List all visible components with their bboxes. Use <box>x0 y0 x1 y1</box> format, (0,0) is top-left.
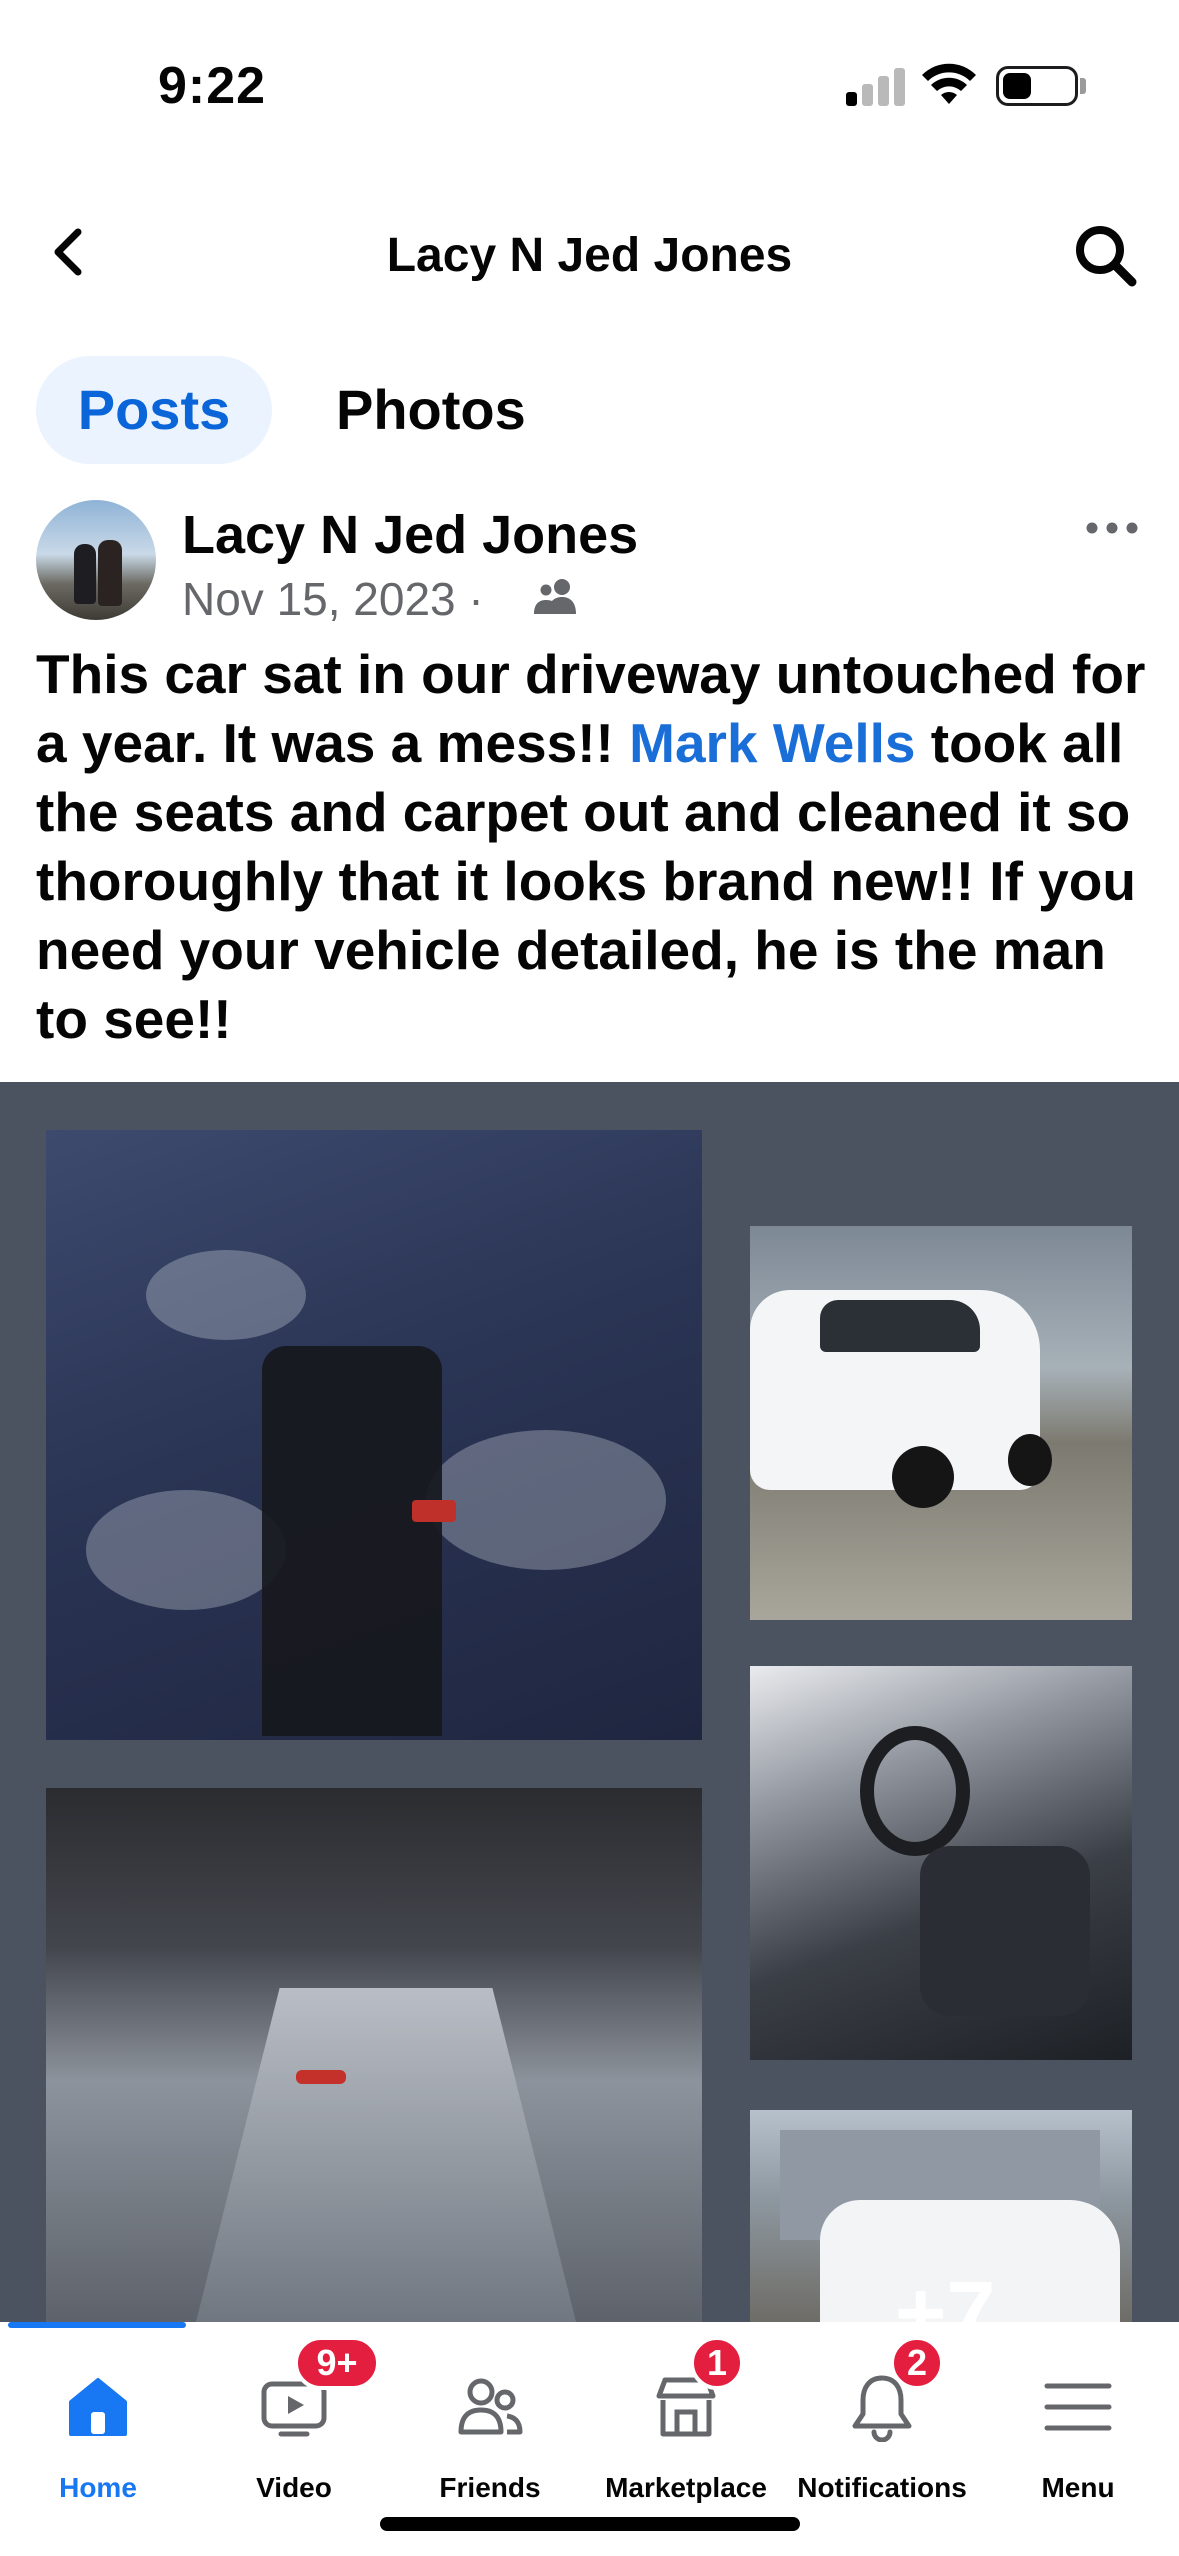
battery-icon <box>996 66 1078 106</box>
nav-label: Notifications <box>797 2472 967 2503</box>
signal-icon <box>846 66 906 106</box>
search-icon[interactable] <box>1070 220 1140 290</box>
home-indicator <box>380 2517 800 2531</box>
battery-tip <box>1080 78 1086 94</box>
friends-icon <box>458 2378 523 2435</box>
nav-video[interactable]: 9+ Video <box>196 2336 392 2503</box>
page-title: Lacy N Jed Jones <box>386 229 793 282</box>
video-badge: 9+ <box>294 2336 380 2390</box>
nav-home[interactable]: Home <box>0 2350 196 2503</box>
nav-label: Friends <box>439 2472 541 2503</box>
nav-label: Video <box>256 2472 332 2503</box>
friends-icon <box>534 579 576 614</box>
tab-photos[interactable]: Photos <box>306 356 556 464</box>
status-bar: 9:22 <box>0 0 1179 170</box>
post-date[interactable]: Nov 15, 2023 · <box>182 572 484 626</box>
nav-menu[interactable]: Menu <box>980 2350 1176 2503</box>
wifi-icon <box>922 63 976 104</box>
photo-stripped-floor[interactable] <box>46 1788 702 2322</box>
notifications-badge: 2 <box>890 2336 944 2390</box>
post-text: This car sat in our driveway untouched f… <box>36 640 1146 1054</box>
home-icon <box>69 2378 127 2436</box>
nav-label: Home <box>59 2472 137 2503</box>
nav-marketplace[interactable]: 1 Marketplace <box>588 2336 784 2503</box>
photo-dirty-seat[interactable] <box>46 1130 702 1740</box>
photo-clean-interior[interactable] <box>750 1666 1132 2060</box>
page-header: Lacy N Jed Jones <box>0 200 1179 310</box>
marketplace-badge: 1 <box>690 2336 744 2390</box>
more-options-icon[interactable] <box>1084 516 1140 540</box>
photo-white-suv[interactable] <box>750 1226 1132 1620</box>
mention-link[interactable]: Mark Wells <box>629 712 915 774</box>
post-author[interactable]: Lacy N Jed Jones <box>182 504 638 566</box>
status-time: 9:22 <box>158 57 267 115</box>
menu-icon <box>1044 2383 1112 2431</box>
nav-label: Menu <box>1041 2472 1115 2503</box>
nav-label: Marketplace <box>605 2472 767 2503</box>
more-photos-count[interactable]: +7 <box>895 2262 995 2322</box>
nav-notifications[interactable]: 2 Notifications <box>784 2336 980 2503</box>
nav-friends[interactable]: Friends <box>392 2350 588 2503</box>
avatar[interactable] <box>36 500 156 620</box>
photo-grid: +7 <box>0 1082 1179 2322</box>
tab-posts[interactable]: Posts <box>36 356 272 464</box>
post-header: Lacy N Jed Jones Nov 15, 2023 · <box>0 496 1179 636</box>
active-tab-indicator <box>8 2322 186 2328</box>
